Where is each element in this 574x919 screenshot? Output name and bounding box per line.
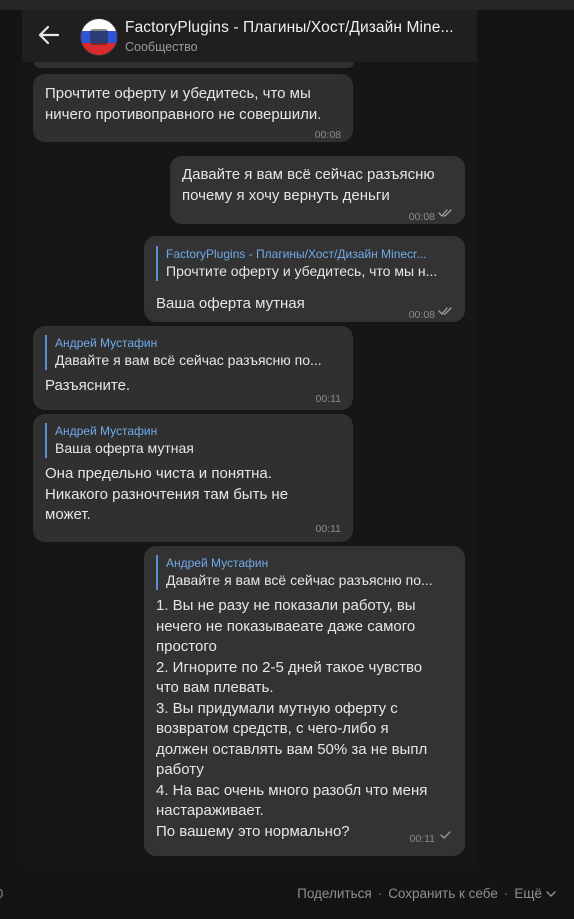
chevron-down-icon[interactable] [546,890,556,898]
reply-author: Андрей Мустафин [55,424,158,438]
message-text: Прочтите оферту и убедитесь, что мы ниче… [45,85,322,123]
page-margin-left [0,10,22,865]
double-check-icon [438,307,452,315]
reply-quote[interactable]: Андрей Мустафин Давайте я вам всё сейчас… [156,555,453,590]
previous-message-partial [34,62,354,68]
reply-text: Давайте я вам всё сейчас разъясню по... [166,572,433,588]
reply-text: Давайте я вам всё сейчас разъясню по... [55,352,322,368]
separator: · [377,886,383,901]
reply-author: FactoryPlugins - Плагины/Хост/Дизайн Min… [166,247,427,261]
message-time: 00:11 [409,833,436,845]
message-text: Она предельно чиста и понятна. Никакого … [45,465,289,523]
separator: · [503,886,509,901]
community-avatar[interactable] [80,18,118,56]
reply-quote[interactable]: Андрей Мустафин Давайте я вам всё сейчас… [45,335,342,370]
top-strip [0,0,574,10]
message-bubble[interactable]: Андрей Мустафин Давайте я вам всё сейчас… [144,546,465,856]
footer-actions: Поделиться · Сохранить к себе · Ещё [297,886,556,901]
message-bubble[interactable]: Андрей Мустафин Давайте я вам всё сейчас… [33,326,353,410]
message-text: Давайте я вам всё сейчас разъясню почему… [182,166,435,204]
back-arrow-icon[interactable] [36,22,62,48]
message-time: 00:08 [408,211,435,223]
message-time: 00:11 [315,523,342,535]
message-bubble[interactable]: FactoryPlugins - Плагины/Хост/Дизайн Min… [144,236,465,322]
double-check-icon [438,209,452,217]
reply-author: Андрей Мустафин [166,556,269,570]
save-link[interactable]: Сохранить к себе [388,886,498,901]
counter-partial: 0 [0,886,3,901]
page-margin-right [477,10,574,865]
share-link[interactable]: Поделиться [297,886,372,901]
community-logo-icon [90,29,108,45]
message-text: 1. Вы не разу не показали работу, вы неч… [156,597,428,840]
message-text: Ваша оферта мутная [156,295,305,312]
reply-quote[interactable]: FactoryPlugins - Плагины/Хост/Дизайн Min… [156,246,453,281]
chat-header: FactoryPlugins - Плагины/Хост/Дизайн Min… [22,10,477,62]
reply-quote[interactable]: Андрей Мустафин Ваша оферта мутная [45,423,342,458]
message-bubble[interactable]: Андрей Мустафин Ваша оферта мутная Она п… [33,414,353,542]
message-bubble[interactable]: Прочтите оферту и убедитесь, что мы ниче… [33,74,353,142]
message-time: 00:11 [315,393,342,405]
chat-subtitle: Сообщество [125,40,198,54]
message-time: 00:08 [314,129,341,141]
reply-text: Прочтите оферту и убедитесь, что мы н... [166,263,438,279]
message-text: Разъясните. [45,377,131,394]
check-icon [440,831,451,839]
message-time: 00:08 [408,309,435,321]
chat-screen: FactoryPlugins - Плагины/Хост/Дизайн Min… [22,10,477,865]
more-link[interactable]: Ещё [514,886,542,901]
message-bubble[interactable]: Давайте я вам всё сейчас разъясню почему… [170,156,465,224]
chat-title[interactable]: FactoryPlugins - Плагины/Хост/Дизайн Min… [125,19,470,37]
reply-author: Андрей Мустафин [55,336,158,350]
reply-text: Ваша оферта мутная [55,440,194,456]
